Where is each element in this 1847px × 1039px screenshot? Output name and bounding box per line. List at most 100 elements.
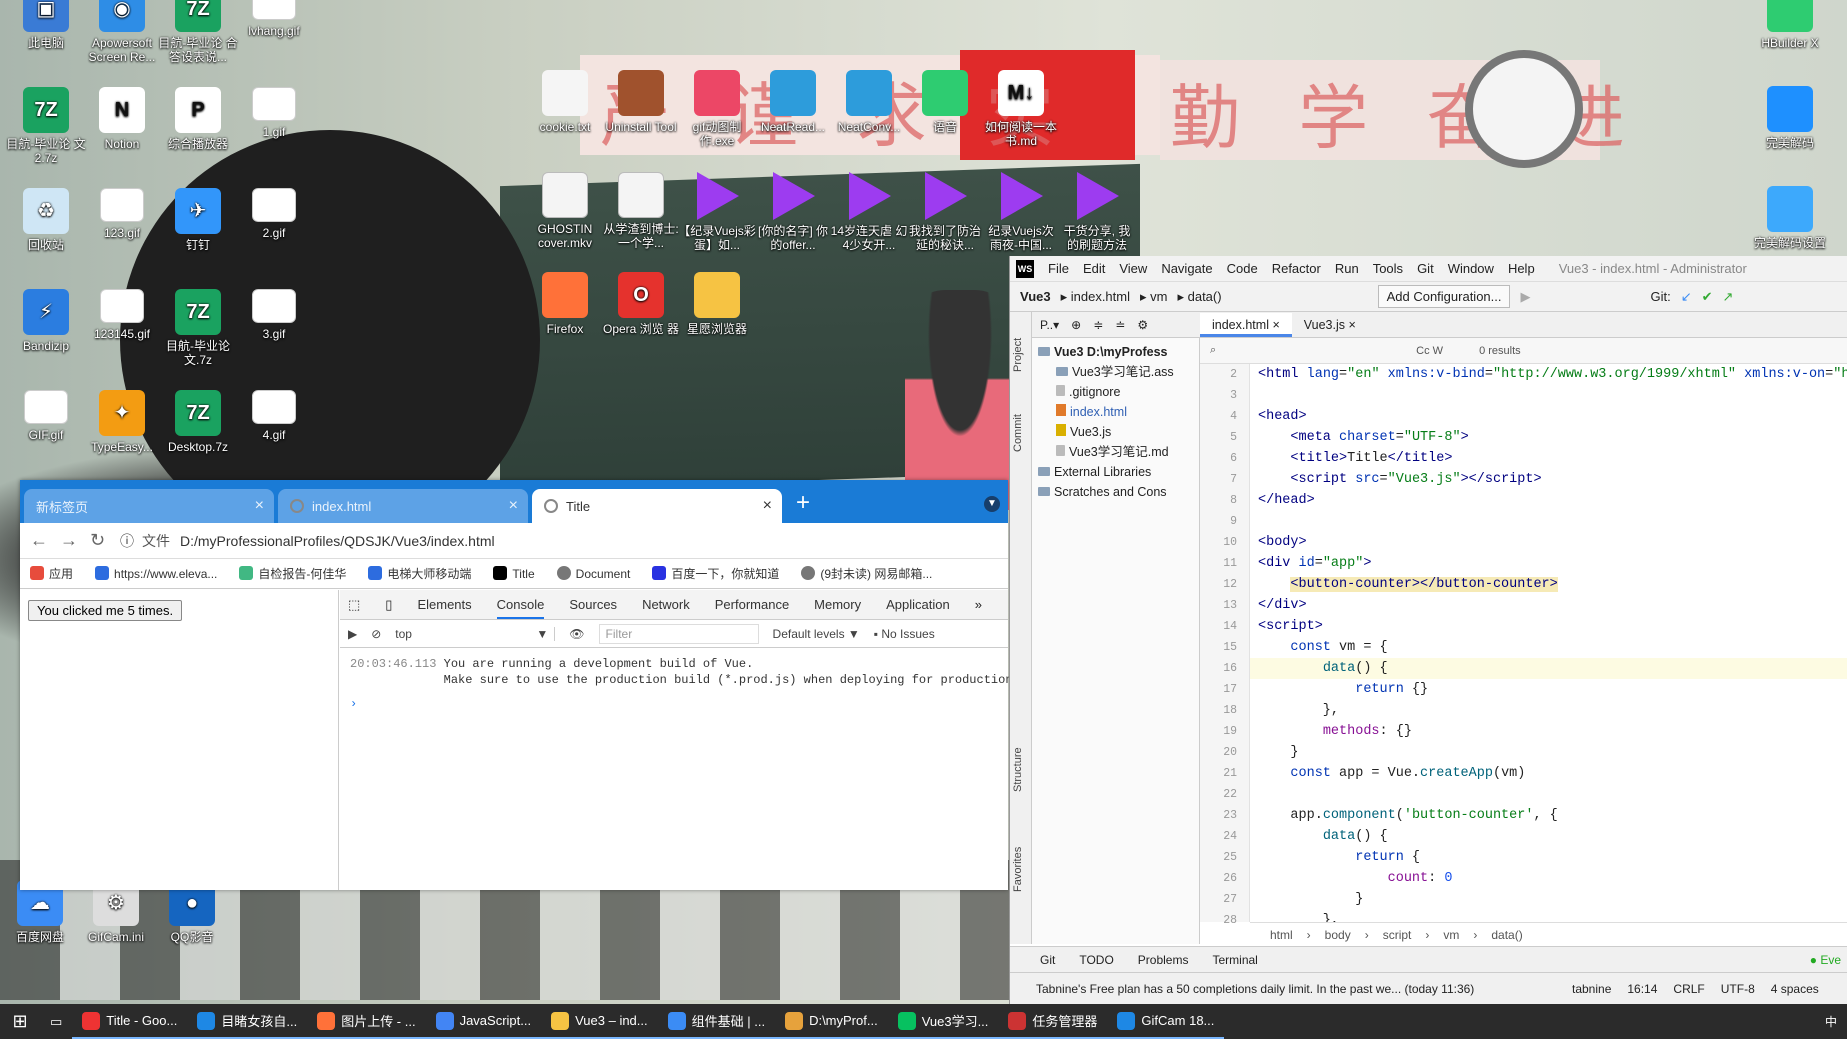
menu-git[interactable]: Git [1417, 261, 1434, 276]
desktop-icon[interactable]: 14岁连天虐 幻4少女开... [829, 172, 909, 252]
editor-tab-vue3js[interactable]: Vue3.js × [1292, 313, 1368, 337]
menu-tools[interactable]: Tools [1373, 261, 1403, 276]
desktop-icon[interactable]: ♻ 回收站 [6, 188, 86, 252]
taskbar-app[interactable]: 图片上传 - ... [307, 1004, 426, 1039]
tab-elements[interactable]: Elements [417, 597, 471, 612]
desktop-icon[interactable]: 1.gif [234, 87, 314, 139]
tab-sources[interactable]: Sources [569, 597, 617, 612]
tab-memory[interactable]: Memory [814, 597, 861, 612]
desktop-icon[interactable]: ✈ 钉钉 [158, 188, 238, 252]
menu-view[interactable]: View [1119, 261, 1147, 276]
issues-button[interactable]: ▪ No Issues [874, 627, 935, 641]
tree-item[interactable]: Vue3学习笔记.md [1032, 442, 1199, 462]
desktop-icon[interactable]: Firefox [525, 272, 605, 336]
crumb-data[interactable]: data() [1491, 928, 1522, 942]
bookmark-document[interactable]: Document [556, 566, 630, 581]
desktop-icon[interactable]: 从学渣到博士: 一个学... [601, 172, 681, 250]
sidebar-toggle-icon[interactable]: ▶ [348, 627, 357, 641]
locate-icon[interactable]: ⊕ [1071, 318, 1081, 332]
desktop-icon[interactable]: NeatConv... [829, 70, 909, 134]
desktop-icon[interactable]: cookie.txt [525, 70, 605, 134]
tree-item[interactable]: Scratches and Cons [1032, 482, 1199, 502]
desktop-icon[interactable]: ◉ Apowersoft Screen Re... [82, 0, 162, 64]
collapse-icon[interactable]: ≐ [1115, 318, 1125, 332]
menu-refactor[interactable]: Refactor [1272, 261, 1321, 276]
filter-input[interactable]: Filter [598, 623, 759, 644]
menu-help[interactable]: Help [1508, 261, 1535, 276]
line-separator[interactable]: CRLF [1673, 982, 1704, 996]
bookmark-mail[interactable]: (9封未读) 网易邮箱... [801, 565, 932, 582]
task-view-icon[interactable]: ▭ [40, 1004, 72, 1039]
tool-problems[interactable]: Problems [1138, 953, 1189, 967]
system-tray[interactable]: 中 [1825, 1013, 1847, 1030]
browser-tab-title[interactable]: Title × [532, 489, 782, 523]
menu-navigate[interactable]: Navigate [1161, 261, 1212, 276]
console-prompt[interactable]: › [350, 696, 998, 712]
desktop-icon[interactable]: 语音 [905, 70, 985, 134]
inspect-icon[interactable]: ⬚ [348, 597, 360, 613]
tree-item[interactable]: Vue3.js [1032, 422, 1199, 442]
menu-window[interactable]: Window [1448, 261, 1494, 276]
indent-setting[interactable]: 4 spaces [1771, 982, 1819, 996]
desktop-icon[interactable]: 123145.gif [82, 289, 162, 341]
taskbar-app[interactable]: 目睹女孩自... [187, 1004, 308, 1039]
status-message[interactable]: Tabnine's Free plan has a 50 completions… [1036, 982, 1556, 996]
git-update-icon[interactable]: ↙ [1681, 289, 1692, 305]
desktop-icon[interactable]: P 综合播放器 [158, 87, 238, 151]
crumb-vm[interactable]: ▸ vm [1140, 289, 1167, 305]
bookmark-report[interactable]: 自检报告-何佳华 [239, 565, 346, 582]
desktop-icon[interactable]: GHOSTIN cover.mkv [525, 172, 605, 250]
tool-structure[interactable]: Structure [1012, 747, 1024, 792]
counter-button[interactable]: You clicked me 5 times. [28, 600, 183, 621]
windows-start-icon[interactable]: ⊞ [0, 1011, 40, 1032]
desktop-icon[interactable]: 7Z 目航-毕业论 文2.7z [6, 87, 86, 165]
taskbar-app[interactable]: Vue3学习... [887, 1004, 999, 1039]
taskbar-app[interactable]: JavaScript... [425, 1004, 542, 1039]
desktop-icon[interactable]: M↓ 如何阅读一本书.md [981, 70, 1061, 148]
git-push-icon[interactable]: ↗ [1723, 289, 1734, 305]
clear-console-icon[interactable]: ⊘ [371, 627, 381, 641]
desktop-icon[interactable]: 3.gif [234, 289, 314, 341]
editor-tab-index[interactable]: index.html × [1200, 313, 1292, 337]
desktop-icon[interactable]: 干货分享, 我 的刷题方法 [1057, 172, 1137, 252]
browser-tab-newtab[interactable]: 新标签页 × [24, 489, 274, 523]
tool-favorites[interactable]: Favorites [1012, 847, 1024, 892]
git-commit-icon[interactable]: ✔ [1702, 289, 1713, 305]
context-select[interactable]: top ▼ [395, 626, 556, 641]
close-icon[interactable]: × [255, 497, 264, 515]
menu-file[interactable]: File [1048, 261, 1069, 276]
caret-position[interactable]: 16:14 [1627, 982, 1657, 996]
tabnine-status[interactable]: tabnine [1572, 982, 1611, 996]
forward-icon[interactable]: → [60, 530, 90, 551]
crumb-method[interactable]: ▸ data() [1177, 289, 1221, 305]
tab-network[interactable]: Network [642, 597, 690, 612]
desktop-icon[interactable]: 星愿浏览器 [677, 272, 757, 336]
gear-icon[interactable]: ⚙ [1137, 318, 1148, 332]
tool-git[interactable]: Git [1040, 953, 1055, 967]
tool-todo[interactable]: TODO [1079, 953, 1113, 967]
desktop-icon[interactable]: lvhang.gif [234, 0, 314, 38]
desktop-icon[interactable]: [你的名字] 你的offer... [753, 172, 833, 252]
menu-code[interactable]: Code [1227, 261, 1258, 276]
find-options[interactable]: Cc W [1416, 345, 1443, 357]
desktop-icon[interactable]: N Notion [82, 87, 162, 151]
tree-item[interactable]: Vue3 D:\myProfess [1032, 342, 1199, 362]
tool-commit[interactable]: Commit [1012, 414, 1024, 452]
tool-terminal[interactable]: Terminal [1212, 953, 1257, 967]
new-tab-button[interactable]: + [796, 489, 810, 517]
chevron-down-icon[interactable]: ▼ [984, 496, 1000, 512]
desktop-icon[interactable]: gif动图制作.exe [677, 70, 757, 148]
desktop-icon[interactable]: 7Z 目航-毕业论 文.7z [158, 289, 238, 367]
info-icon[interactable]: ⓘ [120, 531, 134, 551]
taskbar-app[interactable]: 任务管理器 [998, 1004, 1108, 1039]
desktop-icon[interactable]: Uninstall Tool [601, 70, 681, 134]
menu-run[interactable]: Run [1335, 261, 1359, 276]
add-configuration-button[interactable]: Add Configuration... [1377, 285, 1511, 308]
file-encoding[interactable]: UTF-8 [1721, 982, 1755, 996]
code-editor[interactable]: <html lang="en" xmlns:v-bind="http://www… [1250, 364, 1847, 922]
tab-application[interactable]: Application [886, 597, 950, 612]
close-icon[interactable]: × [509, 497, 518, 515]
crumb-html[interactable]: html [1270, 928, 1293, 942]
ime-indicator[interactable]: 中 [1825, 1013, 1837, 1030]
desktop-icon[interactable]: 完美解码 [1750, 86, 1830, 150]
